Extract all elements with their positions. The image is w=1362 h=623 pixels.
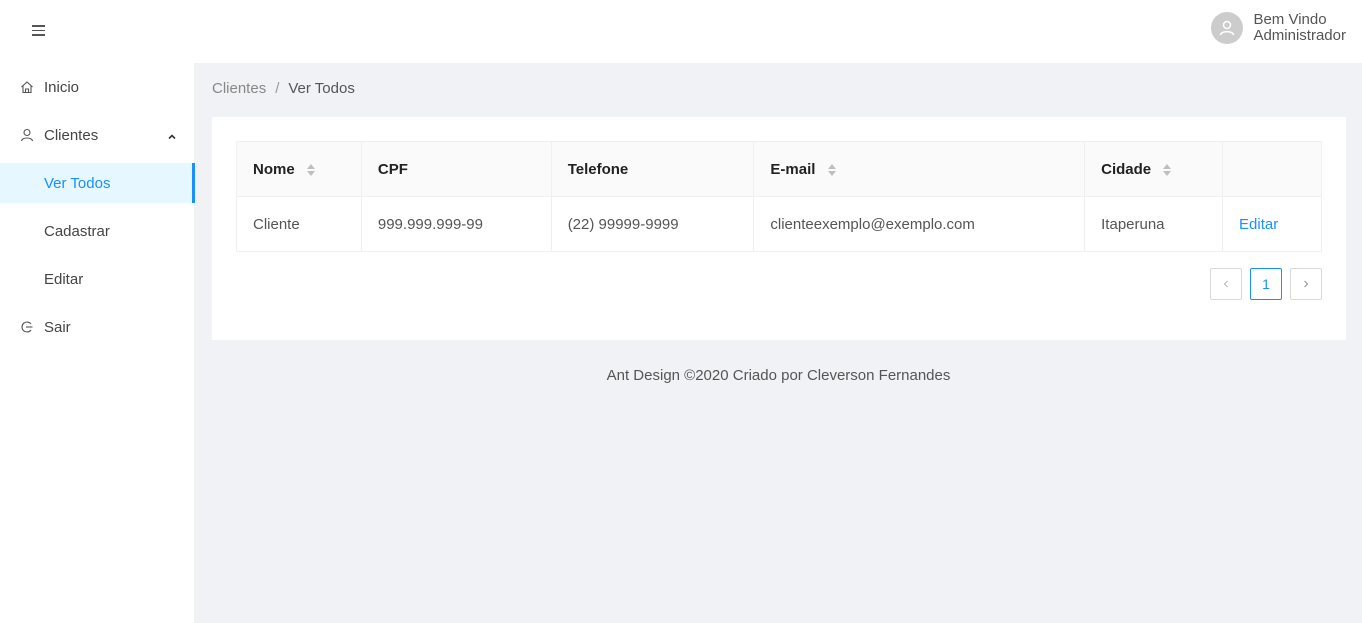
top-header: Bem Vindo Administrador [0, 0, 1362, 63]
sort-icon[interactable] [827, 163, 836, 176]
user-avatar-icon [1220, 20, 1235, 36]
chevron-up-icon [167, 129, 177, 146]
table-row: Cliente 999.999.999-99 (22) 99999-9999 c… [236, 196, 1322, 252]
column-header-nome[interactable]: Nome [236, 141, 362, 197]
sidebar-item-label: Editar [44, 270, 84, 288]
sidebar-item-label: Cadastrar [44, 222, 110, 240]
sidebar-item-label: Sair [44, 318, 71, 336]
cell-email: clienteexemplo@exemplo.com [753, 196, 1086, 252]
sidebar-item-ver-todos[interactable]: Ver Todos [0, 163, 195, 203]
page-button-current[interactable]: 1 [1250, 268, 1282, 300]
user-info[interactable]: Bem Vindo Administrador [1211, 12, 1346, 44]
column-header-email[interactable]: E-mail [753, 141, 1086, 197]
clients-table: Nome CPF Telefone E-mail Cidade Cliente … [236, 141, 1322, 252]
menu-icon[interactable] [26, 22, 50, 42]
cell-telefone: (22) 99999-9999 [550, 196, 755, 252]
sidebar-item-clientes[interactable]: Clientes [0, 115, 195, 155]
sidebar-item-cadastrar[interactable]: Cadastrar [0, 211, 195, 251]
prev-page-button[interactable] [1210, 268, 1242, 300]
table-header-row: Nome CPF Telefone E-mail Cidade [236, 141, 1322, 197]
user-greeting: Bem Vindo [1253, 11, 1327, 28]
sidebar-item-sair[interactable]: Sair [0, 307, 195, 347]
cell-cpf: 999.999.999-99 [360, 196, 552, 252]
next-page-button[interactable] [1290, 268, 1322, 300]
home-icon [20, 80, 34, 94]
chevron-left-icon [1223, 280, 1228, 288]
sort-icon[interactable] [306, 163, 315, 176]
chevron-right-icon [1304, 280, 1309, 288]
avatar[interactable] [1211, 12, 1244, 44]
cell-nome: Cliente [236, 196, 362, 252]
sort-icon[interactable] [1163, 163, 1172, 176]
edit-link[interactable]: Editar [1239, 216, 1278, 233]
sidebar-item-inicio[interactable]: Inicio [0, 67, 195, 107]
column-header-cidade[interactable]: Cidade [1084, 141, 1224, 197]
cell-cidade: Itaperuna [1084, 196, 1224, 252]
footer-text: Ant Design ©2020 Criado por Cleverson Fe… [606, 367, 951, 384]
breadcrumb-current: Ver Todos [288, 80, 355, 97]
breadcrumb-separator: / [275, 80, 280, 97]
sidebar-item-label: Ver Todos [44, 174, 111, 192]
content-card: Nome CPF Telefone E-mail Cidade Cliente … [212, 117, 1346, 340]
column-header-telefone: Telefone [550, 141, 755, 197]
user-name: Administrador [1253, 27, 1346, 44]
breadcrumb: Clientes / Ver Todos [212, 80, 355, 97]
column-header-actions [1222, 141, 1322, 197]
sidebar: Inicio Clientes Ver Todos Cadastrar Edit… [0, 63, 195, 623]
pagination: 1 [1202, 268, 1322, 300]
column-header-cpf: CPF [360, 141, 552, 197]
sidebar-item-label: Inicio [44, 78, 80, 96]
logout-icon [20, 320, 34, 334]
breadcrumb-parent[interactable]: Clientes [212, 80, 266, 97]
sidebar-item-editar[interactable]: Editar [0, 259, 195, 299]
user-icon [20, 128, 34, 142]
cell-action: Editar [1222, 196, 1322, 252]
sidebar-item-label: Clientes [44, 126, 99, 144]
